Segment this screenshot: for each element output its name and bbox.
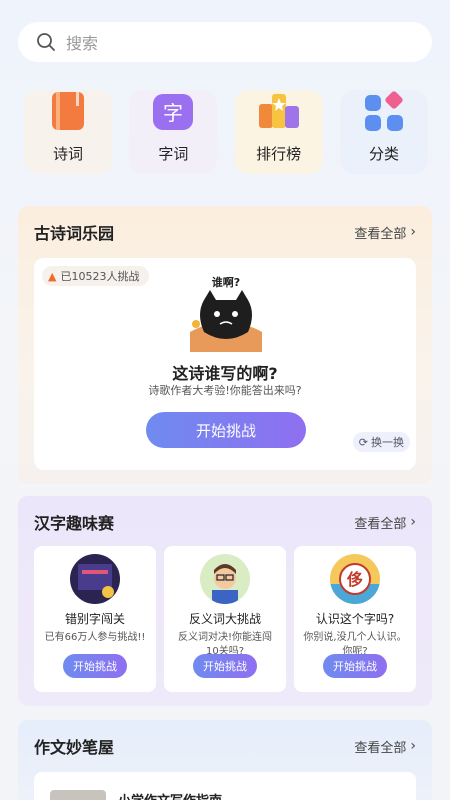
- see-all-label: 查看全部: [354, 740, 407, 756]
- see-all-link[interactable]: 查看全部 ›: [354, 513, 416, 532]
- essay-item[interactable]: 小学作文写作指南: [34, 772, 416, 800]
- puzzle-glyph: 侈: [346, 570, 363, 589]
- game-thumb-icon: [70, 554, 120, 604]
- start-challenge-button[interactable]: 开始挑战: [193, 654, 257, 678]
- game-card-typo[interactable]: 错别字闯关 已有66万人参与挑战!! 开始挑战: [34, 546, 156, 692]
- category-label: 诗词: [52, 145, 83, 163]
- game-title: 错别字闯关: [64, 612, 125, 626]
- book-icon: [52, 92, 84, 130]
- category-row: 诗词 字 字词 排行榜 分类: [24, 90, 428, 174]
- challenge-count-badge: ▲ 已10523人挑战: [42, 266, 150, 286]
- game-card-antonym[interactable]: 反义词大挑战 反义词对决!你能连闯10关吗? 开始挑战: [164, 546, 286, 692]
- start-challenge-button[interactable]: 开始挑战: [63, 654, 127, 678]
- chevron-right-icon: ›: [410, 514, 416, 530]
- ranking-icon: [258, 94, 299, 128]
- category-label: 排行榜: [256, 145, 302, 163]
- chevron-right-icon: ›: [410, 224, 416, 240]
- essay-thumbnail: [50, 790, 106, 800]
- character-glyph: 字: [163, 101, 183, 125]
- refresh-label: 换一换: [371, 436, 404, 449]
- game-card-character[interactable]: 侈 认识这个字吗? 你别说,没几个人认识。你呢? 开始挑战: [294, 546, 416, 692]
- challenge-count: 已10523人挑战: [60, 270, 140, 283]
- essay-section: 作文妙笔屋 查看全部 › 小学作文写作指南: [18, 720, 432, 800]
- category-words[interactable]: 字 字词: [129, 90, 218, 174]
- poetry-section: 古诗词乐园 查看全部 › ▲ 已10523人挑战 谁啊? 这诗谁写的啊? 诗歌作…: [18, 206, 432, 484]
- category-ranking[interactable]: 排行榜: [234, 90, 323, 174]
- essay-title: 小学作文写作指南: [118, 790, 222, 800]
- section-title: 古诗词乐园: [34, 224, 115, 243]
- character-puzzle-icon: 侈: [330, 554, 380, 604]
- speech-bubble: 谁啊?: [212, 275, 240, 289]
- cat-illustration-icon: 谁啊?: [190, 275, 262, 352]
- search-icon: [37, 33, 55, 51]
- start-challenge-button[interactable]: 开始挑战: [323, 654, 387, 678]
- see-all-label: 查看全部: [354, 226, 407, 242]
- quiz-question: 这诗谁写的啊?: [172, 364, 278, 383]
- see-all-label: 查看全部: [354, 516, 407, 532]
- chevron-right-icon: ›: [410, 738, 416, 754]
- fire-icon: ▲: [48, 269, 57, 283]
- see-all-link[interactable]: 查看全部 ›: [354, 223, 416, 242]
- category-poetry[interactable]: 诗词: [24, 90, 112, 174]
- poem-quiz-card[interactable]: ▲ 已10523人挑战 谁啊? 这诗谁写的啊? 诗歌作者大考验!你能答出来吗? …: [34, 258, 416, 470]
- category-label: 分类: [368, 145, 399, 163]
- section-title: 汉字趣味赛: [34, 514, 115, 533]
- see-all-link[interactable]: 查看全部 ›: [354, 737, 416, 756]
- refresh-icon: ⟳: [358, 435, 368, 449]
- category-classify[interactable]: 分类: [339, 90, 428, 174]
- category-label: 字词: [158, 145, 189, 163]
- category-grid-icon: [364, 91, 403, 131]
- character-icon: 字: [153, 94, 194, 130]
- start-challenge-button[interactable]: 开始挑战: [146, 412, 306, 448]
- search-bar[interactable]: 搜索: [18, 22, 432, 62]
- game-title: 认识这个字吗?: [315, 612, 395, 626]
- search-input[interactable]: 搜索: [66, 30, 98, 54]
- quiz-subtitle: 诗歌作者大考验!你能答出来吗?: [148, 384, 302, 397]
- refresh-button[interactable]: ⟳ 换一换: [352, 432, 410, 452]
- section-title: 作文妙笔屋: [34, 738, 115, 757]
- boy-avatar-icon: [200, 554, 250, 604]
- game-title: 反义词大挑战: [188, 612, 261, 626]
- hanzi-section: 汉字趣味赛 查看全部 › 错别字闯关 已有66万人参与挑战!! 开始挑战 反义词…: [18, 496, 432, 706]
